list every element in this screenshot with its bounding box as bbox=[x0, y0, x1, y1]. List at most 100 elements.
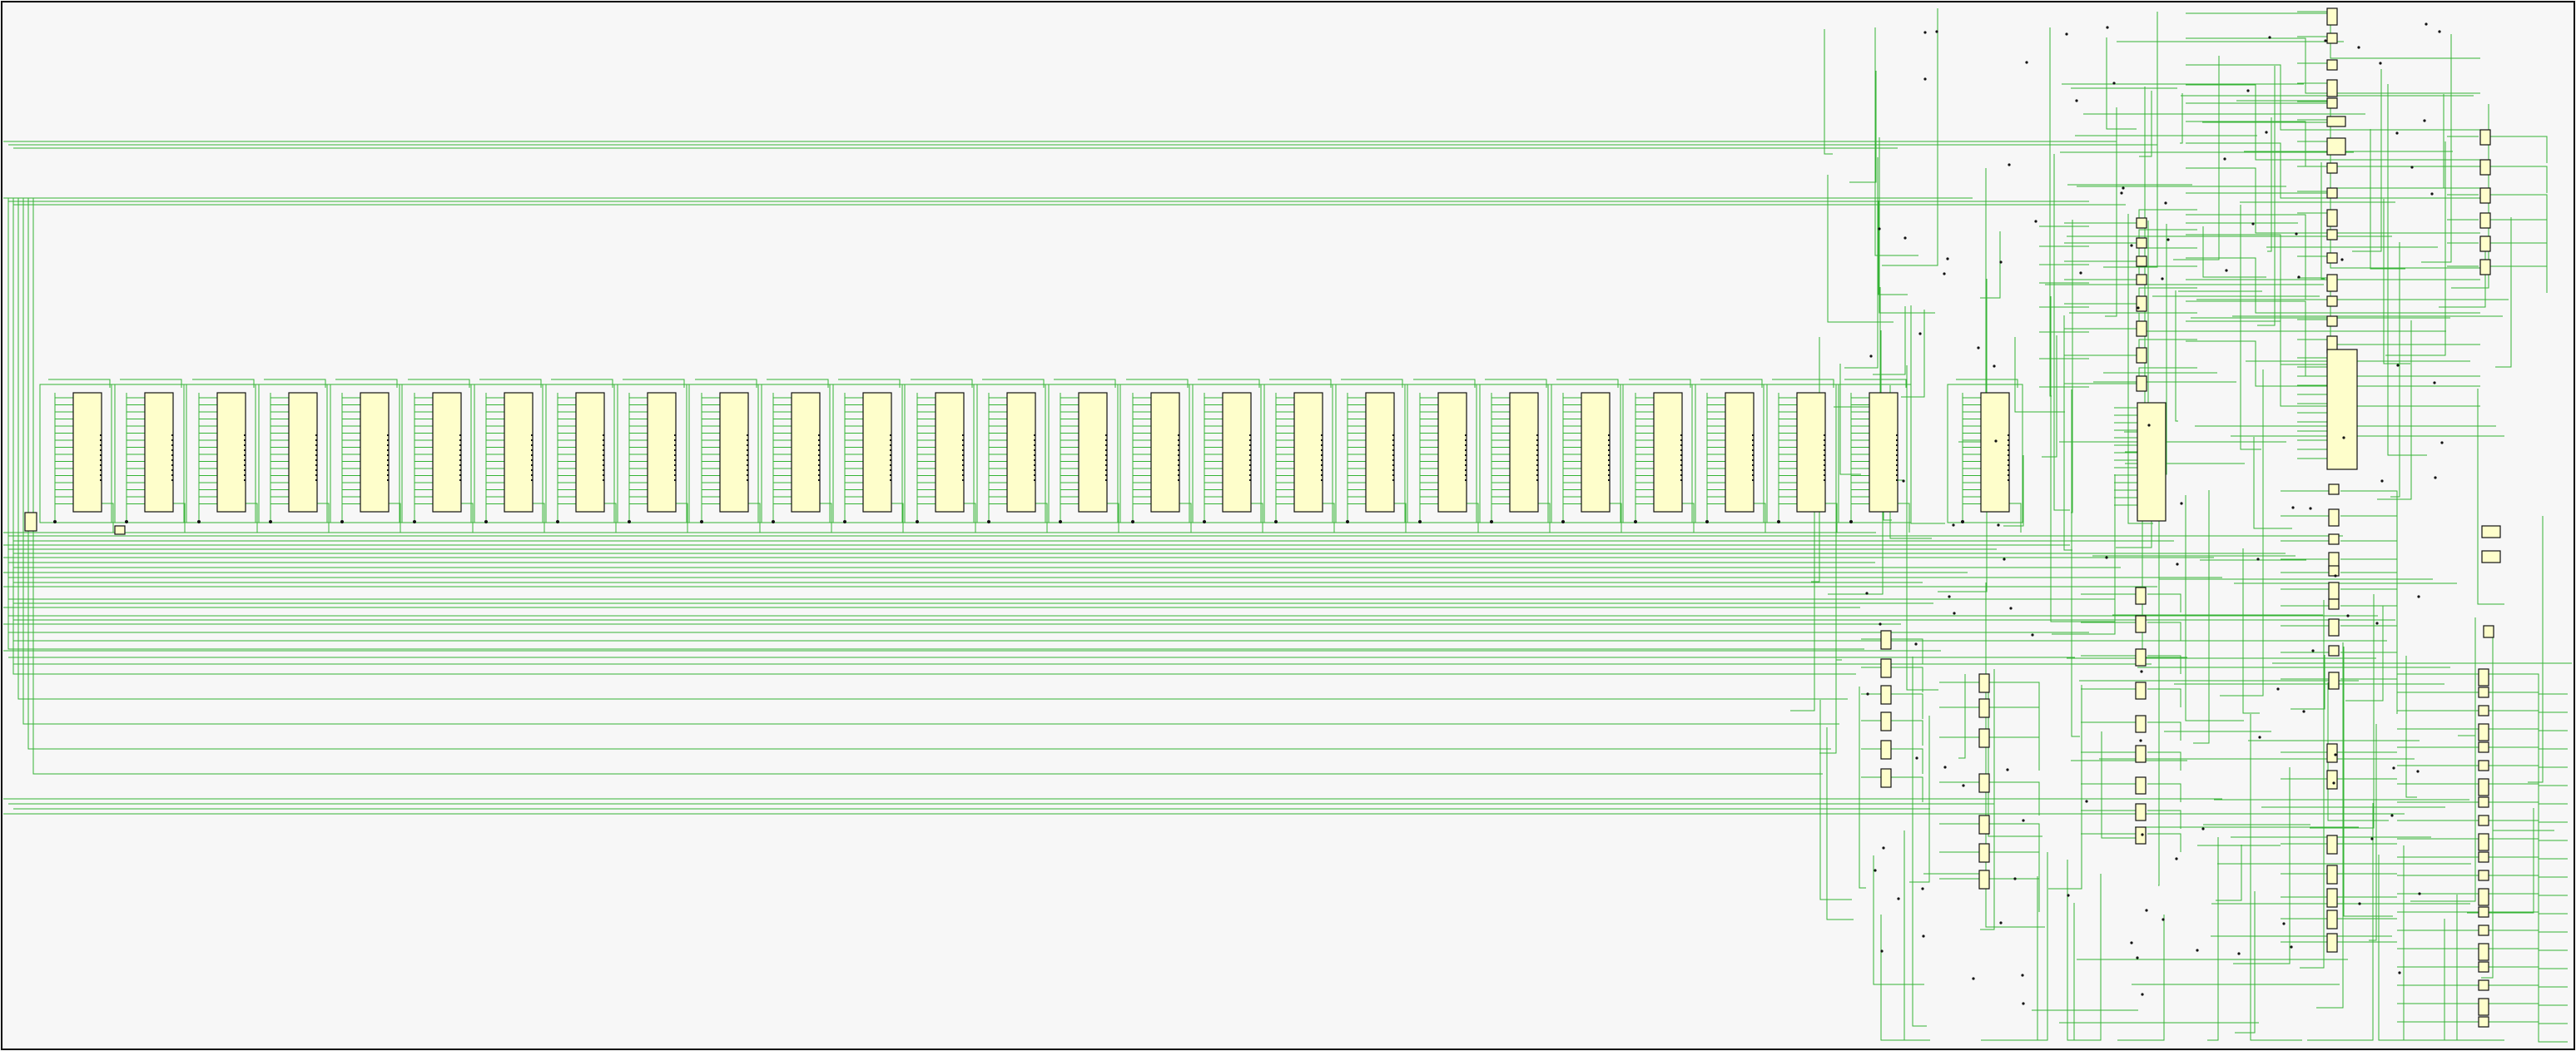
register-block[interactable] bbox=[1980, 392, 2010, 513]
mid-cluster-cell[interactable] bbox=[2135, 826, 2147, 845]
register-block[interactable] bbox=[288, 392, 318, 513]
mid-cluster-cell[interactable] bbox=[2328, 483, 2340, 495]
bottom-cluster-cell[interactable] bbox=[2478, 888, 2489, 906]
mid-cluster-cell[interactable] bbox=[2328, 508, 2340, 527]
cluster-cell[interactable] bbox=[2326, 79, 2338, 97]
bottom-cluster-cell[interactable] bbox=[2478, 760, 2489, 771]
lower-cluster-cell[interactable] bbox=[1978, 728, 1990, 748]
register-block[interactable] bbox=[1725, 392, 1755, 513]
schematic-canvas[interactable] bbox=[0, 0, 2576, 1051]
lower-cluster-cell[interactable] bbox=[2326, 910, 2338, 930]
register-block[interactable] bbox=[1581, 392, 1611, 513]
lower-cluster-cell[interactable] bbox=[1880, 658, 1892, 678]
register-block[interactable] bbox=[1078, 392, 1108, 513]
right-column-cell[interactable] bbox=[2479, 129, 2491, 146]
controller-small-cell[interactable] bbox=[2136, 237, 2147, 249]
mid-cluster-cell[interactable] bbox=[2135, 682, 2147, 700]
right-cell[interactable] bbox=[2481, 550, 2501, 563]
right-cell[interactable] bbox=[2481, 525, 2501, 538]
bottom-cluster-cell[interactable] bbox=[2478, 979, 2489, 991]
bottom-cluster-cell[interactable] bbox=[2478, 687, 2489, 698]
mid-cluster-cell[interactable] bbox=[2135, 715, 2147, 733]
lower-cluster-cell[interactable] bbox=[1978, 870, 1990, 890]
register-block[interactable] bbox=[1509, 392, 1539, 513]
mid-cluster-cell[interactable] bbox=[2328, 598, 2340, 610]
register-block[interactable] bbox=[1006, 392, 1036, 513]
lower-cluster-cell[interactable] bbox=[2326, 888, 2338, 908]
bottom-cluster-cell[interactable] bbox=[2478, 906, 2489, 918]
controller-small-cell[interactable] bbox=[2136, 375, 2147, 392]
lower-cluster-cell[interactable] bbox=[1978, 843, 1990, 863]
controller-small-cell[interactable] bbox=[2136, 255, 2147, 267]
mid-cluster-cell[interactable] bbox=[2135, 776, 2147, 795]
lower-cluster-cell[interactable] bbox=[2326, 743, 2338, 763]
mid-cluster-cell[interactable] bbox=[2328, 672, 2340, 690]
mid-cluster-cell[interactable] bbox=[2328, 645, 2340, 657]
register-block[interactable] bbox=[1437, 392, 1467, 513]
register-block[interactable] bbox=[1869, 392, 1898, 513]
bottom-cluster-cell[interactable] bbox=[2478, 870, 2489, 881]
bottom-cluster-cell[interactable] bbox=[2478, 943, 2489, 961]
mid-cluster-cell[interactable] bbox=[2328, 582, 2340, 600]
cluster-cell[interactable] bbox=[2326, 59, 2338, 71]
lower-cluster-cell[interactable] bbox=[1880, 740, 1892, 760]
right-column-cell[interactable] bbox=[2479, 187, 2491, 204]
register-block[interactable] bbox=[1653, 392, 1683, 513]
controller-small-cell[interactable] bbox=[2136, 347, 2147, 364]
mid-cluster-cell[interactable] bbox=[2135, 615, 2147, 633]
lower-cluster-cell[interactable] bbox=[1880, 630, 1892, 650]
lower-cluster-cell[interactable] bbox=[2326, 835, 2338, 855]
right-column-cell[interactable] bbox=[2479, 159, 2491, 176]
cluster-cell[interactable] bbox=[2326, 187, 2338, 199]
register-block[interactable] bbox=[432, 392, 462, 513]
register-block[interactable] bbox=[504, 392, 534, 513]
lower-cluster-cell[interactable] bbox=[1978, 815, 1990, 835]
lower-cluster-cell[interactable] bbox=[1978, 698, 1990, 718]
register-block[interactable] bbox=[1293, 392, 1323, 513]
register-block[interactable] bbox=[216, 392, 246, 513]
right-column-cell[interactable] bbox=[2479, 235, 2491, 252]
bottom-cluster-cell[interactable] bbox=[2478, 833, 2489, 851]
small-cell[interactable] bbox=[24, 512, 37, 532]
register-block[interactable] bbox=[575, 392, 605, 513]
cluster-cell[interactable] bbox=[2326, 116, 2346, 127]
bottom-cluster-cell[interactable] bbox=[2478, 961, 2489, 973]
register-block[interactable] bbox=[1222, 392, 1252, 513]
lower-cluster-cell[interactable] bbox=[1978, 673, 1990, 693]
register-block[interactable] bbox=[935, 392, 965, 513]
mid-cluster-cell[interactable] bbox=[2135, 648, 2147, 667]
mid-cluster-cell[interactable] bbox=[2135, 745, 2147, 763]
mid-cluster-cell[interactable] bbox=[2328, 565, 2340, 577]
controller-block[interactable] bbox=[2137, 402, 2167, 522]
cluster-cell[interactable] bbox=[2326, 162, 2338, 174]
lower-cluster-cell[interactable] bbox=[2326, 865, 2338, 885]
register-block[interactable] bbox=[719, 392, 749, 513]
controller-block-upper[interactable] bbox=[2326, 349, 2358, 470]
register-block[interactable] bbox=[862, 392, 892, 513]
bottom-cluster-cell[interactable] bbox=[2478, 998, 2489, 1016]
cluster-cell[interactable] bbox=[2326, 229, 2338, 240]
mid-cluster-cell[interactable] bbox=[2135, 587, 2147, 605]
register-block[interactable] bbox=[791, 392, 821, 513]
lower-cluster-cell[interactable] bbox=[1880, 685, 1892, 705]
lower-cluster-cell[interactable] bbox=[1978, 773, 1990, 793]
mid-cluster-cell[interactable] bbox=[2328, 533, 2340, 545]
register-block[interactable] bbox=[1796, 392, 1826, 513]
right-column-cell[interactable] bbox=[2479, 259, 2491, 275]
cluster-cell[interactable] bbox=[2326, 274, 2338, 292]
bottom-cluster-cell[interactable] bbox=[2478, 741, 2489, 753]
register-block[interactable] bbox=[144, 392, 174, 513]
register-block[interactable] bbox=[647, 392, 677, 513]
bottom-cluster-cell[interactable] bbox=[2478, 925, 2489, 936]
mid-cluster-cell[interactable] bbox=[2135, 803, 2147, 821]
bottom-cluster-cell[interactable] bbox=[2478, 851, 2489, 863]
bottom-cluster-cell[interactable] bbox=[2478, 1016, 2489, 1028]
register-block[interactable] bbox=[72, 392, 102, 513]
bottom-cluster-cell[interactable] bbox=[2478, 815, 2489, 826]
lower-cluster-cell[interactable] bbox=[2326, 770, 2338, 790]
cluster-cell[interactable] bbox=[2326, 97, 2338, 109]
register-block[interactable] bbox=[1365, 392, 1395, 513]
bottom-cluster-cell[interactable] bbox=[2478, 796, 2489, 808]
mid-cluster-cell[interactable] bbox=[2328, 618, 2340, 637]
cluster-cell[interactable] bbox=[2326, 32, 2338, 44]
